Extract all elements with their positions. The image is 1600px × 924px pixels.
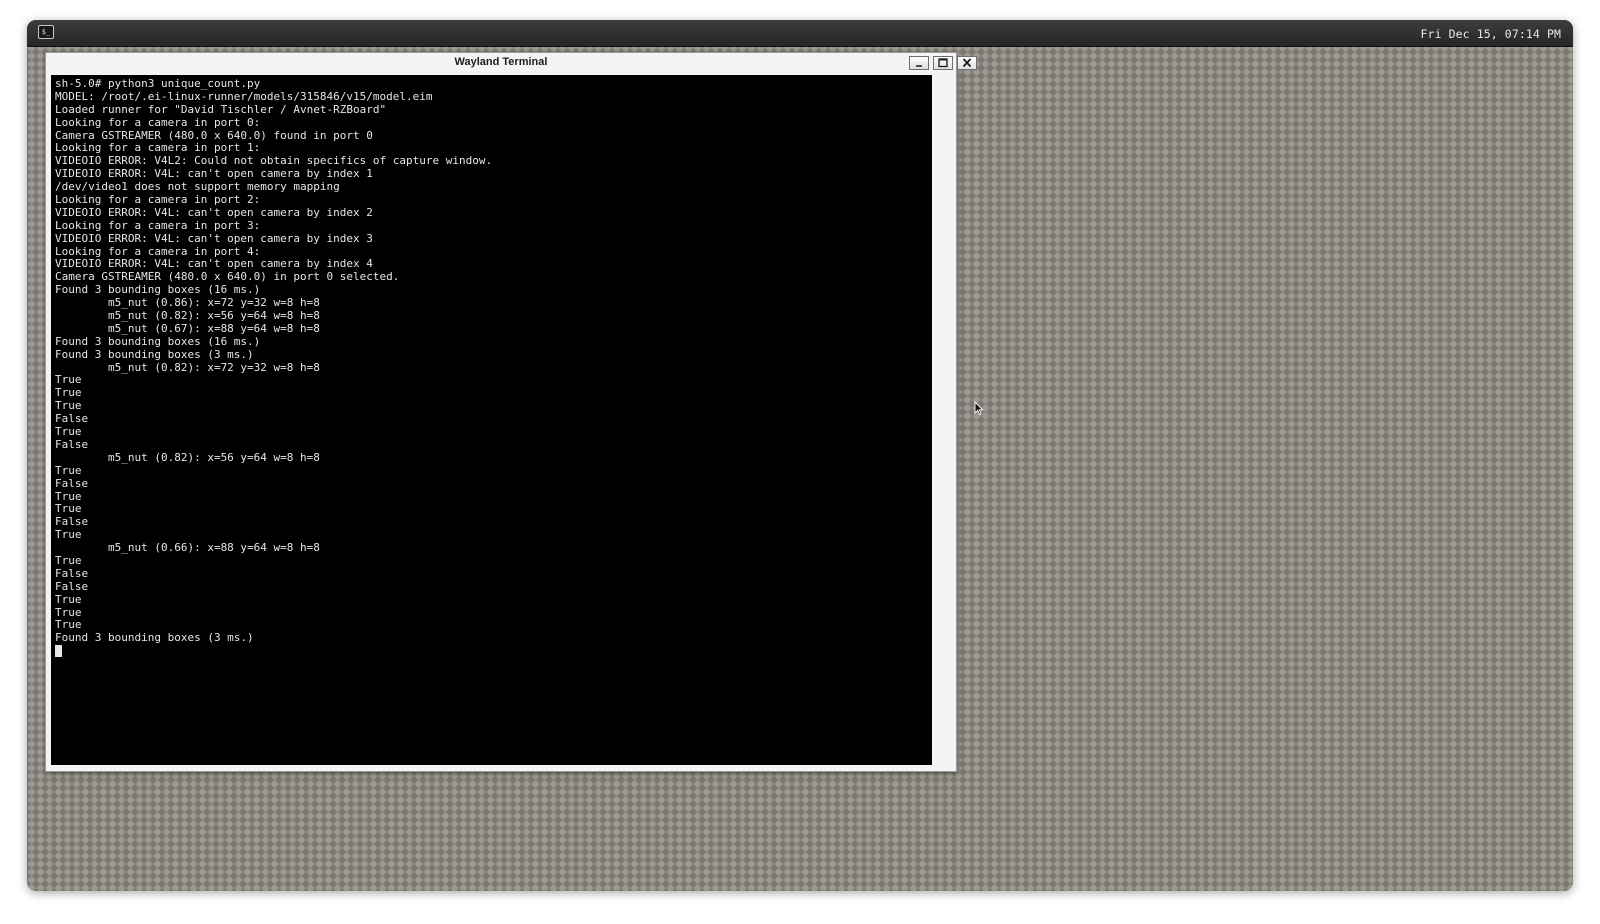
terminal-line: VIDEOIO ERROR: V4L: can't open camera by… xyxy=(55,231,373,245)
terminal-line: True xyxy=(55,553,82,567)
terminal-line: True xyxy=(55,425,82,439)
terminal-line: True xyxy=(55,605,82,619)
minimize-button[interactable] xyxy=(909,56,929,70)
terminal-line: False xyxy=(55,515,89,529)
terminal-line: True xyxy=(55,399,82,413)
terminal-line: True xyxy=(55,386,82,400)
terminal-line: Found 3 bounding boxes (3 ms.) xyxy=(55,631,254,645)
close-button[interactable] xyxy=(957,56,977,70)
terminal-line: True xyxy=(55,463,82,477)
terminal-lines: sh-5.0# python3 unique_count.py MODEL: /r… xyxy=(55,77,492,658)
terminal-line: Looking for a camera in port 0: xyxy=(55,115,261,129)
terminal-line: m5_nut (0.82): x=72 y=32 w=8 h=8 xyxy=(55,360,320,374)
minimize-icon xyxy=(916,65,922,67)
terminal-output[interactable]: sh-5.0# python3 unique_count.py MODEL: /r… xyxy=(51,75,932,765)
terminal-line: m5_nut (0.66): x=88 y=64 w=8 h=8 xyxy=(55,541,320,555)
terminal-line: Loaded runner for "David Tischler / Avne… xyxy=(55,102,387,116)
terminal-line: MODEL: /root/.ei-linux-runner/models/315… xyxy=(55,89,433,103)
desktop[interactable]: $_ Fri Dec 15, 07:14 PM Wayland Terminal xyxy=(27,20,1573,891)
terminal-line: False xyxy=(55,566,89,580)
terminal-line: False xyxy=(55,437,89,451)
maximize-button[interactable] xyxy=(933,56,953,70)
top-panel: $_ Fri Dec 15, 07:14 PM xyxy=(27,20,1573,47)
panel-clock: Fri Dec 15, 07:14 PM xyxy=(1420,27,1561,41)
terminal-line: m5_nut (0.82): x=56 y=64 w=8 h=8 xyxy=(55,450,320,464)
terminal-line: Found 3 bounding boxes (3 ms.) xyxy=(55,347,254,361)
terminal-cursor-line xyxy=(55,645,492,658)
terminal-line: False xyxy=(55,412,89,426)
terminal-line: True xyxy=(55,373,82,387)
close-icon xyxy=(962,58,972,68)
terminal-line: Found 3 bounding boxes (16 ms.) xyxy=(55,334,261,348)
terminal-line: VIDEOIO ERROR: V4L: can't open camera by… xyxy=(55,205,373,219)
terminal-line: m5_nut (0.67): x=88 y=64 w=8 h=8 xyxy=(55,321,320,335)
terminal-line: False xyxy=(55,476,89,490)
window-title: Wayland Terminal xyxy=(454,56,548,68)
terminal-line: False xyxy=(55,579,89,593)
mouse-pointer-icon xyxy=(974,401,984,416)
terminal-line: Looking for a camera in port 3: xyxy=(55,218,261,232)
terminal-line: True xyxy=(55,592,82,606)
window-titlebar[interactable]: Wayland Terminal xyxy=(46,53,977,73)
terminal-line: m5_nut (0.82): x=56 y=64 w=8 h=8 xyxy=(55,309,320,323)
terminal-line: sh-5.0# python3 unique_count.py xyxy=(55,77,261,90)
maximize-icon xyxy=(938,58,948,68)
terminal-cursor xyxy=(55,645,62,658)
terminal-line: True xyxy=(55,489,82,503)
terminal-launcher-icon[interactable]: $_ xyxy=(38,25,54,39)
terminal-line: Looking for a camera in port 2: xyxy=(55,193,261,207)
terminal-window[interactable]: Wayland Terminal sh-5.0# python3 unique_… xyxy=(45,52,977,772)
terminal-line: True xyxy=(55,502,82,516)
